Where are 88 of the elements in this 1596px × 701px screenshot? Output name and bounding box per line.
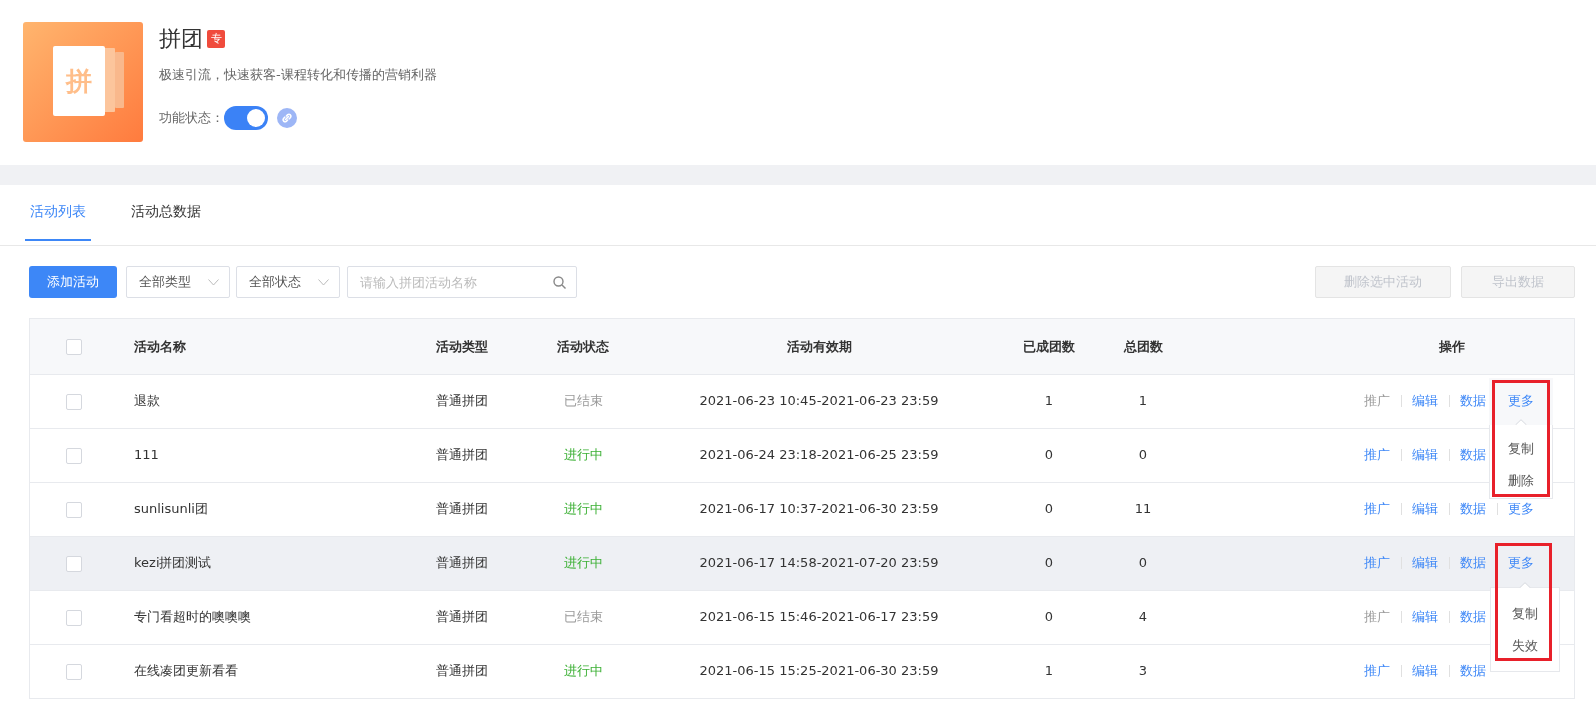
formed-count: 0 bbox=[1044, 555, 1054, 571]
pro-badge: 专 bbox=[207, 30, 225, 48]
stacked-pages-icon bbox=[103, 48, 125, 112]
select-all-checkbox[interactable] bbox=[66, 339, 82, 355]
filter-select[interactable]: 全部类型 bbox=[126, 266, 230, 298]
status-label: 功能状态： bbox=[159, 109, 224, 128]
action-link[interactable]: 编辑 bbox=[1412, 662, 1438, 680]
action-link[interactable]: 推广 bbox=[1364, 500, 1390, 518]
activity-name: kezi拼团测试 bbox=[134, 555, 212, 571]
activity-name: 在线凑团更新看看 bbox=[134, 663, 238, 679]
action-link[interactable]: 推广 bbox=[1364, 662, 1390, 680]
validity-period: 2021-06-17 14:58-2021-07-20 23:59 bbox=[699, 555, 939, 571]
validity-period: 2021-06-15 15:46-2021-06-17 23:59 bbox=[699, 609, 939, 625]
activity-status: 进行中 bbox=[563, 501, 603, 517]
column-header: 总团数 bbox=[1123, 338, 1163, 354]
activity-status: 进行中 bbox=[563, 555, 603, 571]
row-checkbox[interactable] bbox=[66, 609, 82, 626]
search-icon[interactable] bbox=[553, 276, 566, 289]
column-header: 活动名称 bbox=[134, 338, 186, 354]
action-link[interactable]: 编辑 bbox=[1412, 446, 1438, 464]
action-link[interactable]: 推广 bbox=[1364, 446, 1390, 464]
menu-item[interactable]: 复制 bbox=[1491, 598, 1559, 630]
row-checkbox[interactable] bbox=[66, 393, 82, 410]
total-count: 11 bbox=[1134, 501, 1152, 517]
search-field[interactable]: 请输入拼团活动名称 bbox=[347, 266, 577, 298]
total-count: 0 bbox=[1138, 555, 1148, 571]
filter-select[interactable]: 全部状态 bbox=[236, 266, 340, 298]
validity-period: 2021-06-15 15:25-2021-06-30 23:59 bbox=[699, 663, 939, 679]
action-link[interactable]: 编辑 bbox=[1412, 554, 1438, 572]
action-link[interactable]: 更多 bbox=[1508, 500, 1534, 518]
action-link[interactable]: 数据 bbox=[1460, 662, 1486, 680]
action-link[interactable]: 数据 bbox=[1460, 554, 1486, 572]
action-link[interactable]: 编辑 bbox=[1412, 608, 1438, 626]
action-link[interactable]: 数据 bbox=[1460, 446, 1486, 464]
total-count: 3 bbox=[1138, 663, 1148, 679]
activity-type: 普通拼团 bbox=[436, 501, 488, 517]
activity-type: 普通拼团 bbox=[436, 447, 488, 463]
link-icon[interactable] bbox=[277, 108, 297, 128]
formed-count: 1 bbox=[1044, 393, 1054, 409]
total-count: 1 bbox=[1138, 393, 1148, 409]
tab[interactable]: 活动总数据 bbox=[126, 185, 206, 241]
activity-type: 普通拼团 bbox=[436, 555, 488, 571]
activity-name: 退款 bbox=[134, 393, 160, 409]
activity-name: 专门看超时的噢噢噢 bbox=[134, 609, 251, 625]
activity-status: 进行中 bbox=[563, 663, 603, 679]
action-link[interactable]: 数据 bbox=[1460, 392, 1486, 410]
action-link[interactable]: 编辑 bbox=[1412, 500, 1438, 518]
formed-count: 0 bbox=[1044, 447, 1054, 463]
action-link[interactable]: 推广 bbox=[1364, 554, 1390, 572]
app-description: 极速引流，快速获客-课程转化和传播的营销利器 bbox=[159, 66, 437, 84]
action-link[interactable]: 更多 bbox=[1508, 554, 1534, 572]
app-title: 拼团 bbox=[159, 26, 203, 51]
add-activity-button[interactable]: 添加活动 bbox=[29, 266, 117, 298]
table-row[interactable]: kezi拼团测试 普通拼团 进行中 2021-06-17 14:58-2021-07-20 23:59 0 0 推广 编辑 数据 更多 bbox=[30, 536, 1574, 590]
row-checkbox[interactable] bbox=[66, 555, 82, 572]
row-checkbox[interactable] bbox=[66, 663, 82, 680]
row-checkbox[interactable] bbox=[66, 501, 82, 518]
activity-name: 111 bbox=[134, 447, 159, 463]
validity-period: 2021-06-24 23:18-2021-06-25 23:59 bbox=[699, 447, 939, 463]
column-header: 活动状态 bbox=[557, 338, 609, 354]
action-link[interactable]: 数据 bbox=[1460, 608, 1486, 626]
column-header: 活动有效期 bbox=[786, 338, 852, 354]
column-header: 已成团数 bbox=[1023, 338, 1075, 354]
total-count: 0 bbox=[1138, 447, 1148, 463]
activity-status: 已结束 bbox=[563, 609, 603, 625]
tab[interactable]: 活动列表 bbox=[25, 185, 91, 241]
formed-count: 0 bbox=[1044, 501, 1054, 517]
activity-name: sunlisunli团 bbox=[134, 501, 208, 517]
chevron-down-icon bbox=[208, 278, 219, 286]
validity-period: 2021-06-23 10:45-2021-06-23 23:59 bbox=[699, 393, 939, 409]
formed-count: 0 bbox=[1044, 609, 1054, 625]
status-toggle[interactable] bbox=[224, 106, 268, 130]
action-link[interactable]: 编辑 bbox=[1412, 392, 1438, 410]
activity-type: 普通拼团 bbox=[436, 609, 488, 625]
chevron-down-icon bbox=[318, 278, 329, 286]
activity-type: 普通拼团 bbox=[436, 393, 488, 409]
menu-item[interactable]: 复制 bbox=[1490, 433, 1552, 465]
logo-card: 拼 bbox=[53, 46, 105, 116]
action-link[interactable]: 数据 bbox=[1460, 500, 1486, 518]
column-header: 活动类型 bbox=[436, 338, 488, 354]
activity-type: 普通拼团 bbox=[436, 663, 488, 679]
formed-count: 1 bbox=[1044, 663, 1054, 679]
activity-status: 已结束 bbox=[563, 393, 603, 409]
column-header: 操作 bbox=[1439, 338, 1465, 354]
total-count: 4 bbox=[1138, 609, 1148, 625]
activity-status: 进行中 bbox=[563, 447, 603, 463]
validity-period: 2021-06-17 10:37-2021-06-30 23:59 bbox=[699, 501, 939, 517]
row-checkbox[interactable] bbox=[66, 447, 82, 464]
